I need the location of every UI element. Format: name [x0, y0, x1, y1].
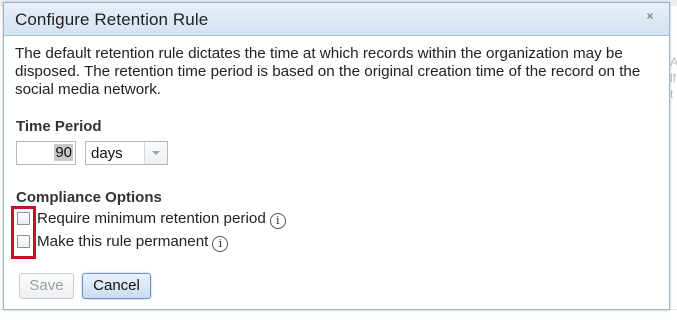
dialog-titlebar[interactable]: Configure Retention Rule ×: [4, 3, 669, 36]
info-icon[interactable]: i: [212, 236, 229, 252]
dialog-body: The default retention rule dictates the …: [15, 45, 657, 99]
time-period-heading: Time Period: [16, 118, 102, 135]
background-page-text: Alf t: [670, 55, 677, 101]
close-icon[interactable]: ×: [643, 9, 657, 23]
option-label: Require minimum retention period: [37, 210, 266, 227]
dialog-title: Configure Retention Rule: [15, 10, 209, 29]
time-period-value-input[interactable]: 90: [16, 141, 76, 165]
save-button[interactable]: Save: [19, 273, 74, 299]
checkbox-highlight-box: [11, 206, 36, 259]
chevron-down-icon: [152, 151, 160, 155]
time-unit-dropdown[interactable]: days: [85, 141, 168, 165]
cancel-button[interactable]: Cancel: [82, 273, 151, 299]
retention-rule-dialog: Configure Retention Rule × The default r…: [3, 2, 670, 310]
compliance-options-heading: Compliance Options: [16, 189, 162, 206]
info-icon[interactable]: i: [269, 213, 286, 229]
time-period-value-text: 90: [54, 144, 73, 161]
background-page-footer: [0, 309, 677, 320]
time-unit-selected: days: [91, 145, 123, 162]
dropdown-trigger[interactable]: [144, 142, 167, 164]
rule-description: The default retention rule dictates the …: [15, 45, 641, 98]
option-label: Make this rule permanent: [37, 233, 209, 250]
